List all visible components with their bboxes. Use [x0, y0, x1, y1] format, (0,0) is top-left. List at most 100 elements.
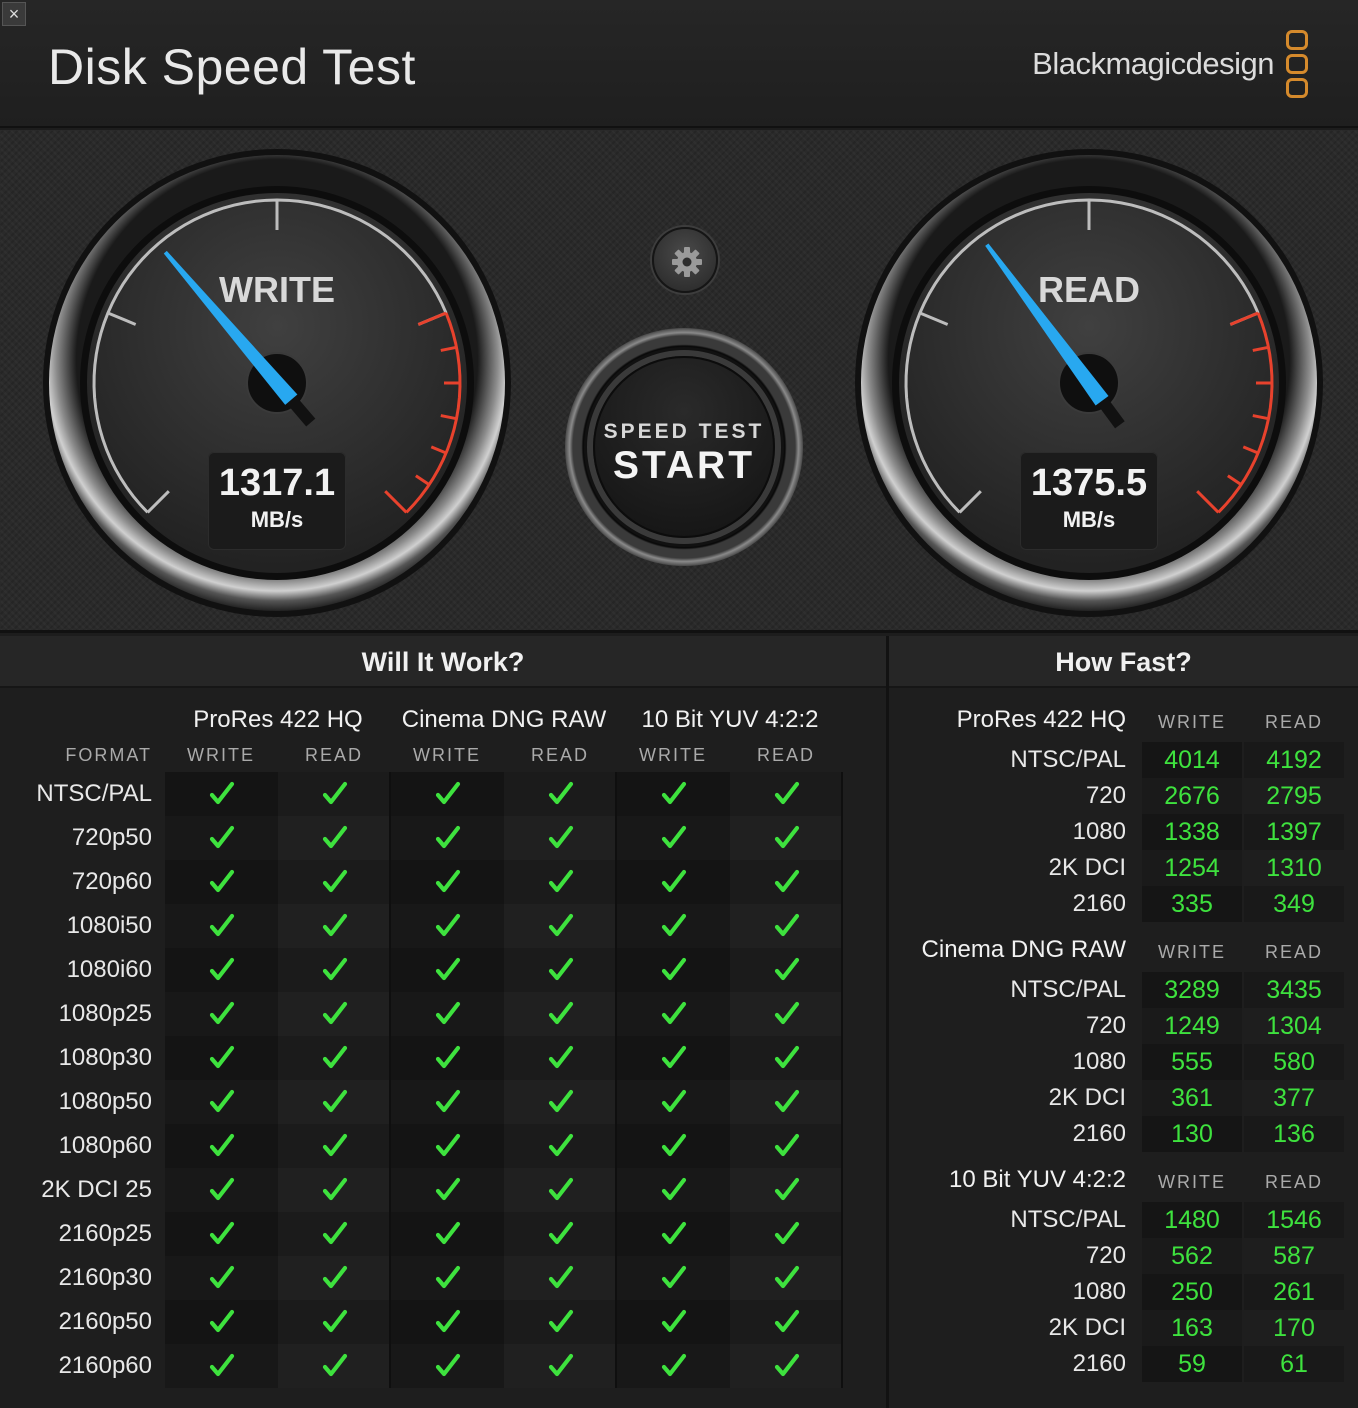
speed-test-start-button[interactable]: SPEED TEST START [565, 328, 803, 566]
compat-cell [617, 860, 730, 904]
how-fast-read-value: 136 [1244, 1116, 1344, 1152]
how-fast-write-value: 1249 [1142, 1008, 1242, 1044]
how-fast-write-value: 1338 [1142, 814, 1242, 850]
compat-cell [617, 772, 730, 816]
compat-cell [617, 1300, 730, 1344]
compat-cell [730, 1256, 843, 1300]
check-icon [661, 781, 687, 805]
will-row: 1080p30 [59, 1036, 843, 1080]
check-icon [209, 1309, 235, 1333]
how-fast-write-value: 2676 [1142, 778, 1242, 814]
compat-cell [730, 860, 843, 904]
check-icon [661, 1001, 687, 1025]
write-speed-unit: MB/s [250, 507, 304, 532]
check-icon [209, 1045, 235, 1069]
how-fast-row: NTSC/PAL 4014 4192 [889, 742, 1358, 778]
compat-cell [278, 1168, 391, 1212]
how-fast-read-value: 3435 [1244, 972, 1344, 1008]
check-icon [774, 1353, 800, 1377]
compat-cell [391, 1124, 504, 1168]
check-icon [548, 957, 574, 981]
check-icon [774, 1309, 800, 1333]
check-icon [435, 1309, 461, 1333]
check-icon [548, 1177, 574, 1201]
how-fast-read-value: 1304 [1244, 1008, 1344, 1044]
check-icon [661, 1221, 687, 1245]
compat-cell [391, 1344, 504, 1388]
compat-cell [504, 1124, 617, 1168]
check-icon [548, 1221, 574, 1245]
compat-cell [730, 1300, 843, 1344]
will-row-label: 2160p50 [58, 1308, 152, 1335]
compat-cell [278, 948, 391, 992]
compat-cell [391, 948, 504, 992]
how-fast-row: 1080 1338 1397 [889, 814, 1358, 850]
how-fast-row: 2K DCI 1254 1310 [889, 850, 1358, 886]
how-fast-row-label: 2K DCI [1048, 854, 1126, 881]
compat-cell [730, 1344, 843, 1388]
will-row: 1080p50 [59, 1080, 843, 1124]
check-icon [548, 1001, 574, 1025]
compat-cell [617, 1212, 730, 1256]
check-icon [661, 1133, 687, 1157]
write-gauge-label: WRITE [219, 269, 335, 310]
check-icon [322, 781, 348, 805]
check-icon [774, 1089, 800, 1113]
compat-cell [504, 860, 617, 904]
compat-cell [391, 1300, 504, 1344]
compat-cell [278, 860, 391, 904]
how-fast-row: 1080 250 261 [889, 1274, 1358, 1310]
check-icon [209, 1133, 235, 1157]
how-fast-read-value: 377 [1244, 1080, 1344, 1116]
will-col-write-cinemadng: WRITE [413, 745, 481, 765]
will-col-read-prores: READ [304, 745, 363, 765]
check-icon [548, 1309, 574, 1333]
will-it-work-title: Will It Work? [0, 636, 886, 688]
will-row-label: 2K DCI 25 [41, 1176, 152, 1203]
title-bar: × Disk Speed Test Blackmagicdesign [0, 0, 1358, 128]
how-fast-col-write: WRITE [1158, 712, 1226, 732]
will-row: 2160p60 [59, 1344, 843, 1388]
compat-cell [504, 1212, 617, 1256]
will-row: 1080i50 [67, 904, 843, 948]
compat-cell [165, 1256, 278, 1300]
how-fast-row: 2K DCI 163 170 [889, 1310, 1358, 1346]
how-fast-col-read: READ [1264, 1172, 1323, 1192]
how-fast-section-title: 10 Bit YUV 4:2:2 [949, 1166, 1126, 1193]
compat-cell [617, 816, 730, 860]
close-button[interactable]: × [2, 2, 26, 26]
how-fast-write-value: 562 [1142, 1238, 1242, 1274]
check-icon [435, 1133, 461, 1157]
how-fast-read-value: 349 [1244, 886, 1344, 922]
compat-cell [617, 948, 730, 992]
will-it-work-panel: ProRes 422 HQ Cinema DNG RAW 10 Bit YUV … [0, 688, 886, 1408]
will-row: 2160p30 [59, 1256, 843, 1300]
check-icon [435, 1353, 461, 1377]
how-fast-row: 1080 555 580 [889, 1044, 1358, 1080]
compat-cell [165, 1080, 278, 1124]
how-fast-row-label: 2K DCI [1048, 1084, 1126, 1111]
compat-cell [391, 992, 504, 1036]
how-fast-write-value: 335 [1142, 886, 1242, 922]
check-icon [435, 1045, 461, 1069]
settings-button[interactable] [652, 227, 718, 293]
write-gauge: WRITE [43, 149, 511, 617]
compat-cell [165, 1344, 278, 1388]
compat-cell [730, 1124, 843, 1168]
how-fast-col-write: WRITE [1158, 942, 1226, 962]
compat-cell [617, 992, 730, 1036]
will-row: 2160p25 [59, 1212, 843, 1256]
start-button-caption: SPEED TEST [603, 420, 765, 443]
will-group-yuv: 10 Bit YUV 4:2:2 [641, 706, 819, 733]
compat-cell [504, 1168, 617, 1212]
how-fast-write-value: 555 [1142, 1044, 1242, 1080]
check-icon [548, 1089, 574, 1113]
check-icon [774, 957, 800, 981]
will-col-write-prores: WRITE [187, 745, 255, 765]
check-icon [661, 957, 687, 981]
read-speed-value: 1375.5 [1030, 462, 1148, 504]
will-it-work-grid: NTSC/PAL 720p50 720p60 1080i50 1080i60 1080p2… [36, 772, 843, 1388]
compat-cell [617, 1256, 730, 1300]
check-icon [209, 825, 235, 849]
compat-cell [165, 904, 278, 948]
